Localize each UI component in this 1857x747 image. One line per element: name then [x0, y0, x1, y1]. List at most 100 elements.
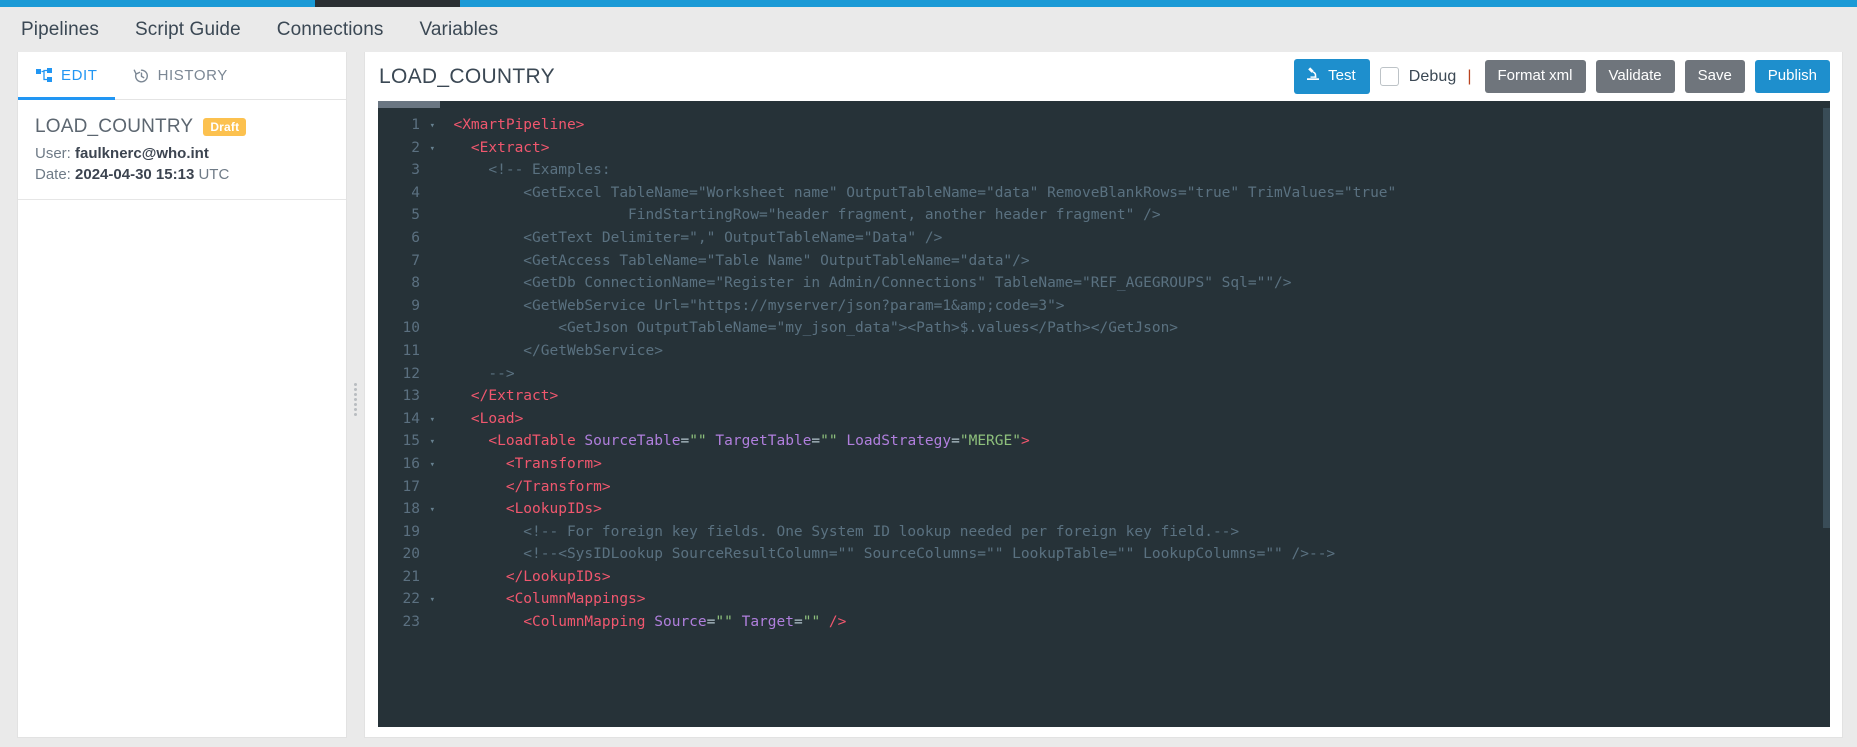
- editor-vertical-scrollbar[interactable]: [1823, 108, 1830, 727]
- line-number: 20: [402, 546, 420, 563]
- top-accent-strip: [0, 0, 1857, 7]
- line-number: 8: [411, 275, 420, 292]
- code-token: <GetWebService Url="https://myserver/jso…: [436, 297, 1065, 314]
- code-line: <LoadTable SourceTable="" TargetTable=""…: [436, 430, 1830, 453]
- pipeline-date-label: Date:: [35, 166, 71, 183]
- code-line: <!-- Examples:: [436, 159, 1830, 182]
- test-button-label: Test: [1328, 67, 1356, 85]
- code-token: <GetExcel TableName="Worksheet name" Out…: [436, 184, 1397, 201]
- left-panel-tabs: EDIT HISTORY: [18, 52, 346, 100]
- code-token: TargetTable: [715, 433, 812, 450]
- tab-history-label: HISTORY: [157, 67, 228, 84]
- line-number: 19: [402, 523, 420, 540]
- line-number: 1 ▾: [378, 114, 435, 137]
- code-line: <GetDb ConnectionName="Register in Admin…: [436, 272, 1830, 295]
- pipeline-name: LOAD_COUNTRY: [35, 116, 194, 137]
- history-icon: [133, 68, 150, 84]
- code-token: "": [689, 433, 707, 450]
- code-line: <GetJson OutputTableName="my_json_data">…: [436, 317, 1830, 340]
- editor-horizontal-scrollbar[interactable]: [378, 101, 1830, 108]
- code-token: <ColumnMappings>: [505, 591, 646, 608]
- pipeline-meta-title-row: LOAD_COUNTRY Draft: [35, 116, 330, 138]
- code-content[interactable]: <XmartPipeline> <Extract> <!-- Examples:…: [424, 108, 1830, 727]
- code-token: <GetDb ConnectionName="Register in Admin…: [436, 275, 1292, 292]
- left-panel: EDIT HISTORY LOAD_COUNTRY Draft User: fa…: [17, 52, 347, 738]
- line-number: 16 ▾: [378, 453, 435, 476]
- page-title: LOAD_COUNTRY: [379, 64, 555, 88]
- fold-toggle-icon[interactable]: ▾: [430, 409, 435, 432]
- code-token: />: [828, 614, 847, 631]
- line-number-gutter: 1 ▾ 2 ▾ 3 4 5 6 7 8 9 10 11 12 13 14 ▾ 15 ▾ 16 ▾ 17 18 ▾ 19 20 21 2…: [378, 108, 435, 727]
- fold-toggle-icon[interactable]: ▾: [430, 431, 435, 454]
- nav-item-script-guide[interactable]: Script Guide: [117, 15, 259, 45]
- debug-checkbox[interactable]: [1379, 67, 1399, 86]
- code-line: <XmartPipeline>: [436, 114, 1830, 137]
- accent-segment-blue-right: [460, 0, 1857, 7]
- code-token: <LoadTable: [488, 433, 585, 450]
- code-token: =: [793, 614, 803, 631]
- fold-toggle-icon[interactable]: ▾: [430, 499, 435, 522]
- line-number: 21: [402, 568, 420, 585]
- fold-toggle-icon[interactable]: ▾: [430, 138, 435, 161]
- code-line: </Extract>: [436, 385, 1830, 408]
- fold-toggle-icon[interactable]: ▾: [430, 115, 435, 138]
- line-number: 3: [411, 162, 420, 179]
- code-token: Source: [654, 614, 707, 631]
- line-number: 17: [402, 478, 420, 495]
- line-number: 7: [411, 252, 420, 269]
- line-number: 9: [411, 297, 420, 314]
- code-line: <GetAccess TableName="Table Name" Output…: [436, 250, 1830, 273]
- code-editor-body[interactable]: 1 ▾ 2 ▾ 3 4 5 6 7 8 9 10 11 12 13 14 ▾ 15 ▾ 16 ▾ 17 18 ▾ 19 20 21 2…: [378, 108, 1830, 727]
- code-token: "": [820, 433, 838, 450]
- panel-splitter-handle[interactable]: [347, 52, 364, 747]
- code-line: </LookupIDs>: [436, 566, 1830, 589]
- line-number: 5: [411, 207, 420, 224]
- test-button[interactable]: Test: [1294, 58, 1370, 95]
- editor-vertical-scrollbar-thumb[interactable]: [1823, 108, 1830, 528]
- code-line: <ColumnMapping Source="" Target="" />: [436, 611, 1830, 634]
- code-token: "MERGE": [959, 433, 1021, 450]
- code-token: "": [715, 614, 733, 631]
- nav-item-connections[interactable]: Connections: [259, 15, 402, 45]
- pipeline-user-row: User: faulknerc@who.int: [35, 145, 330, 162]
- tab-history[interactable]: HISTORY: [115, 52, 245, 99]
- code-token: <LookupIDs>: [505, 501, 602, 518]
- global-navigation: Pipelines Script Guide Connections Varia…: [0, 7, 1857, 52]
- code-line: <Extract>: [436, 137, 1830, 160]
- code-token: FindStartingRow="header fragment, anothe…: [436, 207, 1161, 224]
- code-token: "": [802, 614, 821, 631]
- code-editor[interactable]: 1 ▾ 2 ▾ 3 4 5 6 7 8 9 10 11 12 13 14 ▾ 15 ▾ 16 ▾ 17 18 ▾ 19 20 21 2…: [378, 101, 1830, 727]
- publish-button[interactable]: Publish: [1754, 60, 1830, 93]
- validate-button[interactable]: Validate: [1595, 60, 1675, 93]
- format-xml-button[interactable]: Format xml: [1484, 60, 1586, 93]
- save-button[interactable]: Save: [1684, 60, 1745, 93]
- code-line: <Transform>: [436, 453, 1830, 476]
- tab-edit[interactable]: EDIT: [18, 52, 115, 100]
- nav-item-pipelines[interactable]: Pipelines: [14, 15, 117, 45]
- line-number: 4: [411, 184, 420, 201]
- pipeline-meta: LOAD_COUNTRY Draft User: faulknerc@who.i…: [18, 100, 346, 200]
- line-number: 13: [402, 388, 420, 405]
- microscope-icon: [1305, 66, 1321, 88]
- nav-item-variables[interactable]: Variables: [402, 15, 517, 45]
- code-token: =: [811, 433, 821, 450]
- line-number: 10: [402, 320, 420, 337]
- line-number: 15 ▾: [378, 430, 435, 453]
- editor-horizontal-scrollbar-thumb[interactable]: [378, 101, 440, 108]
- debug-label: Debug: [1408, 67, 1457, 85]
- code-token: <!--<SysIDLookup SourceResultColumn="" S…: [436, 546, 1336, 563]
- fold-toggle-icon[interactable]: ▾: [430, 589, 435, 612]
- fold-toggle-icon[interactable]: ▾: [430, 454, 435, 477]
- code-token: <GetText Delimiter="," OutputTableName="…: [436, 229, 943, 246]
- pipeline-user-label: User:: [35, 145, 71, 162]
